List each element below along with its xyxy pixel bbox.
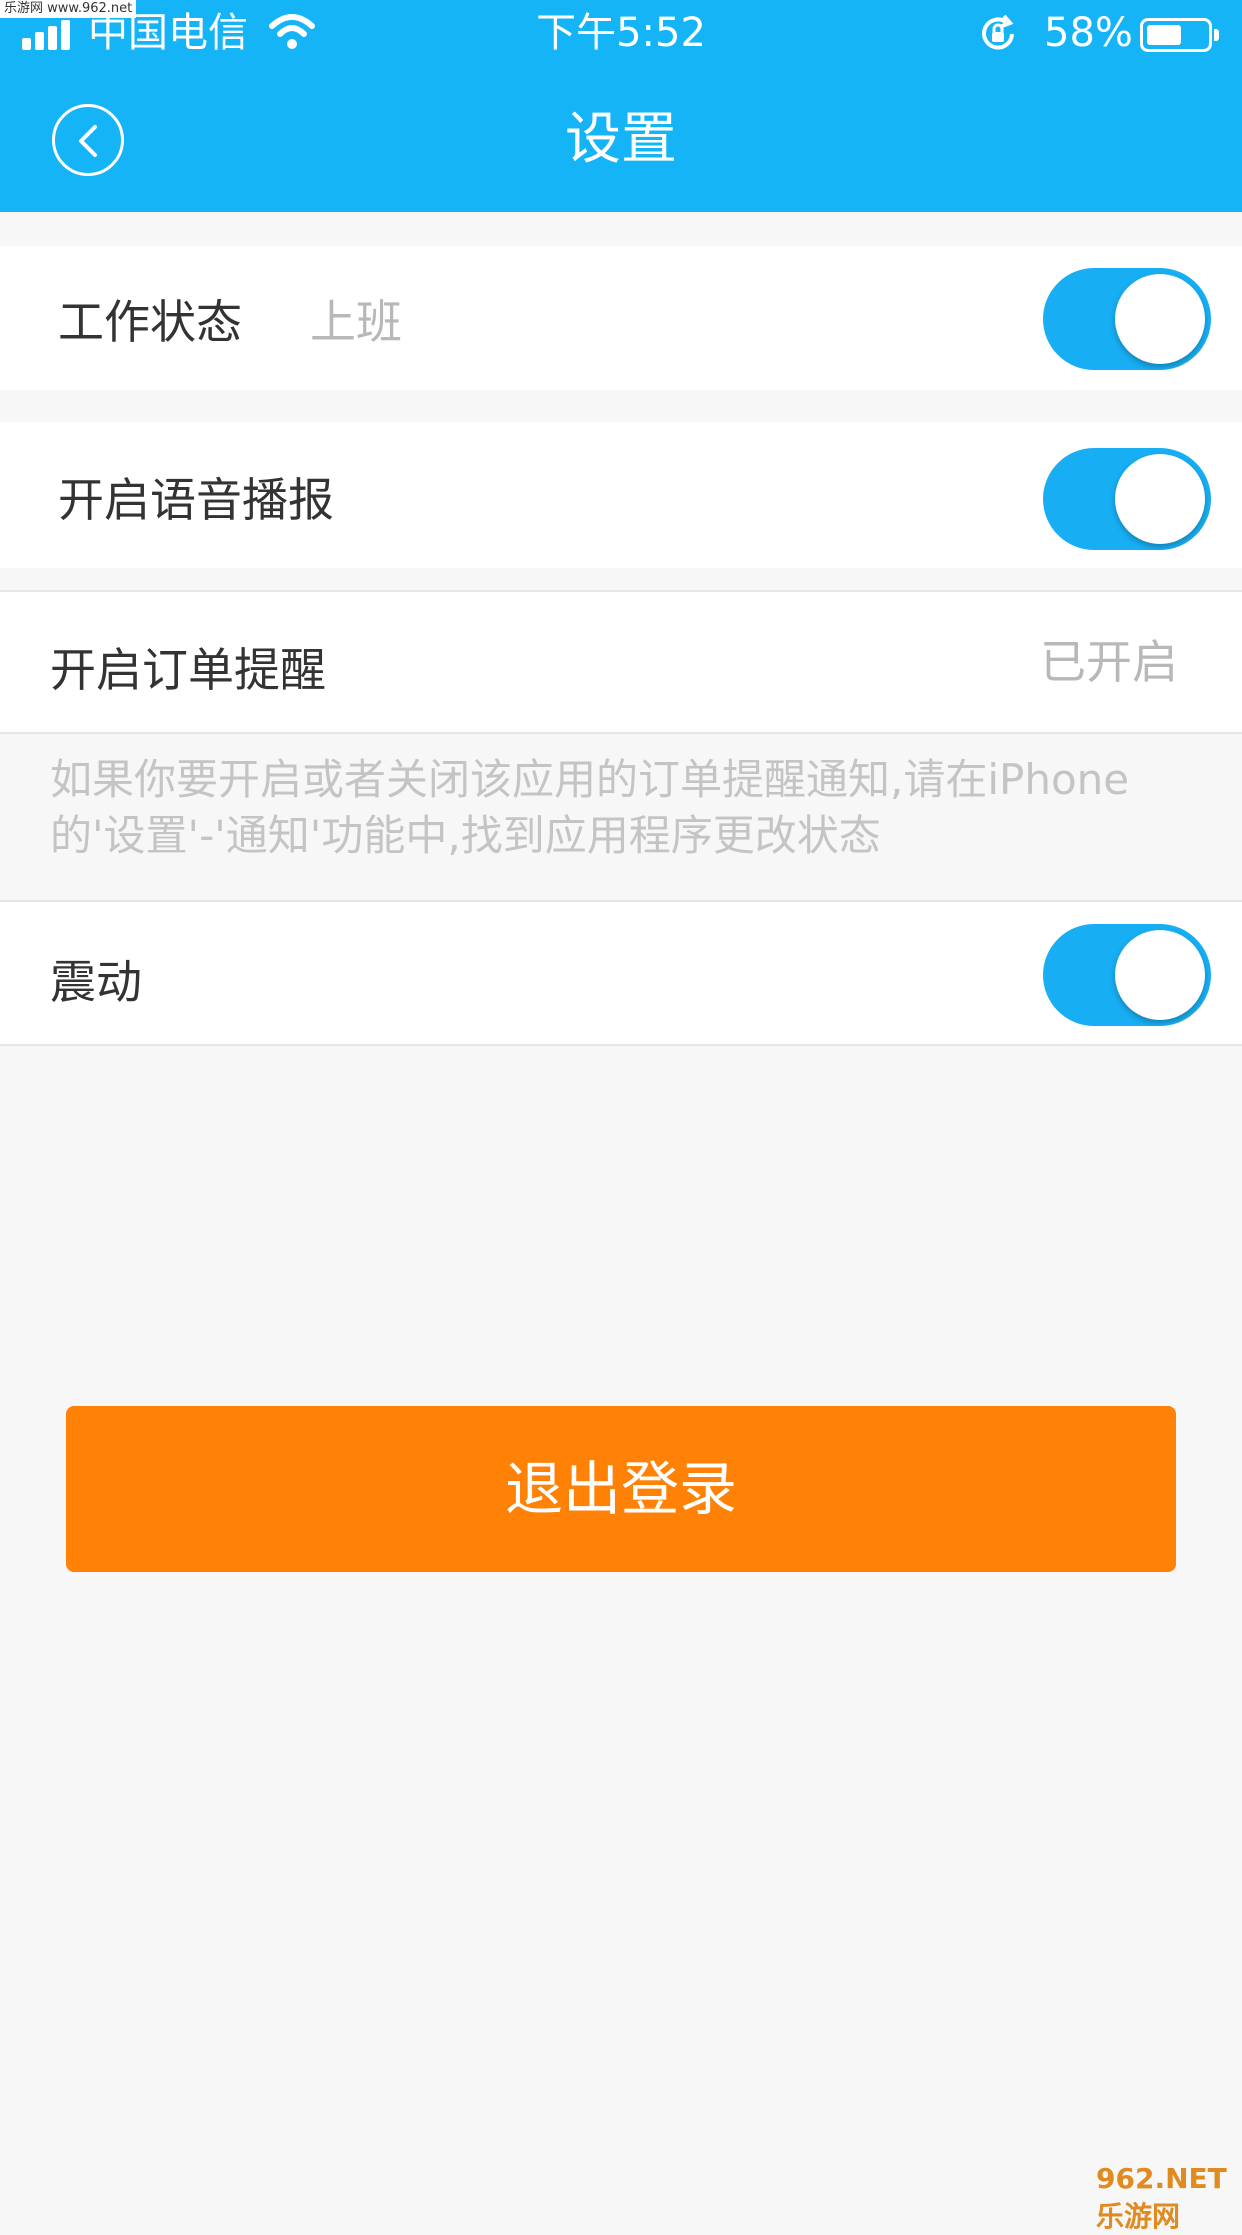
divider	[0, 1044, 1242, 1046]
order-reminder-value: 已开启	[1040, 635, 1178, 689]
watermark-top: 乐游网 www.962.net	[0, 0, 137, 18]
voice-broadcast-toggle[interactable]	[1043, 448, 1211, 550]
page-title: 设置	[565, 107, 677, 172]
voice-broadcast-label: 开启语音播报	[58, 473, 334, 527]
voice-broadcast-row: 开启语音播报	[0, 422, 1242, 568]
order-reminder-label: 开启订单提醒	[50, 643, 326, 697]
vibrate-row: 震动	[0, 902, 1242, 1044]
work-status-toggle[interactable]	[1043, 268, 1211, 370]
watermark-logo: 962.NET 乐游网	[1096, 2162, 1227, 2233]
status-bar: 中国电信 下午5:52 58%	[0, 0, 1242, 68]
top-bar: 中国电信 下午5:52 58% 设置	[0, 0, 1242, 212]
work-status-row: 工作状态 上班	[0, 246, 1242, 390]
divider	[0, 732, 1242, 734]
order-reminder-row[interactable]: 开启订单提醒 已开启	[0, 592, 1242, 732]
battery-icon	[1140, 18, 1219, 52]
vibrate-label: 震动	[50, 955, 142, 1009]
notification-hint: 如果你要开启或者关闭该应用的订单提醒通知,请在iPhone的'设置'-'通知'功…	[50, 755, 1130, 860]
rotation-lock-icon	[982, 14, 1014, 50]
battery-percent: 58%	[1044, 10, 1133, 56]
vibrate-toggle[interactable]	[1043, 924, 1211, 1026]
work-status-value: 上班	[310, 295, 402, 349]
work-status-label: 工作状态	[58, 295, 242, 349]
logout-button[interactable]: 退出登录	[66, 1406, 1176, 1572]
